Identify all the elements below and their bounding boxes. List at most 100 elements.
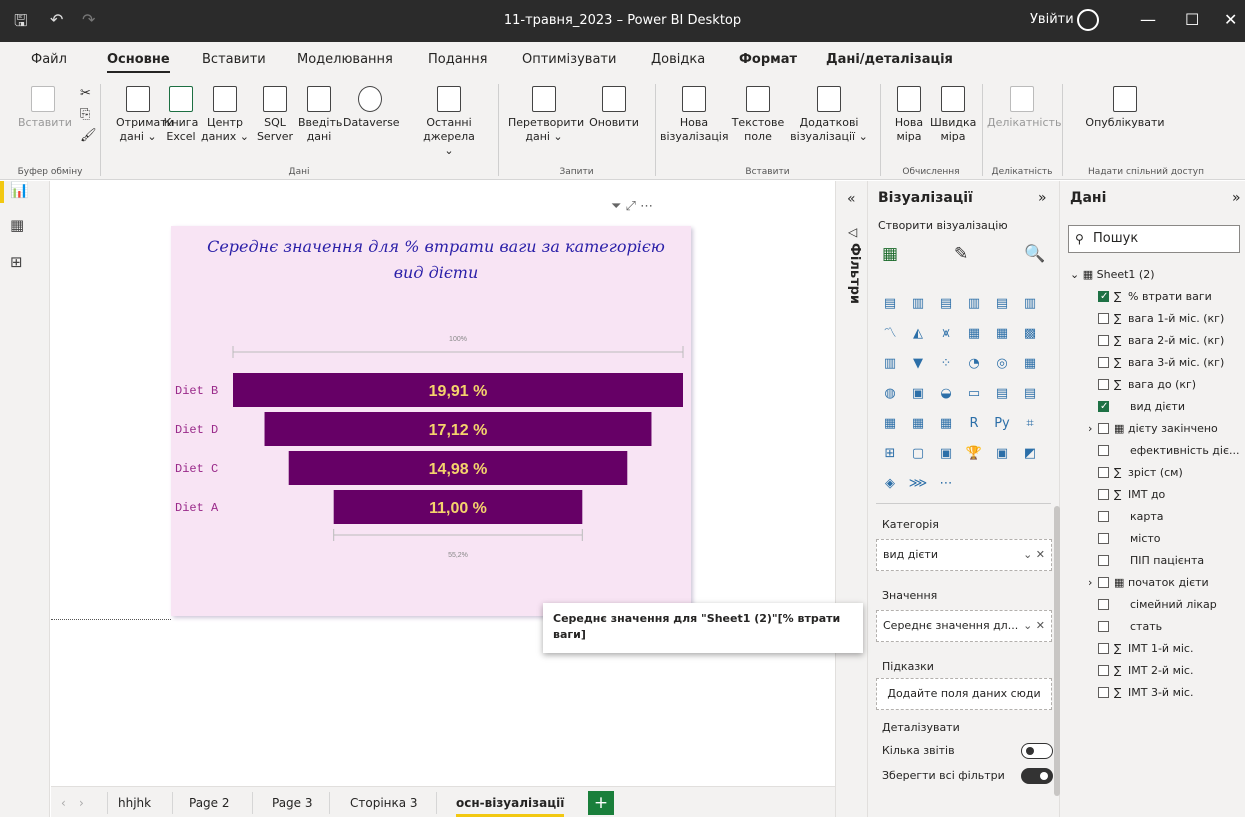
field-checkbox[interactable]: [1098, 423, 1109, 434]
tooltips-well[interactable]: Додайте поля даних сюди: [876, 678, 1052, 710]
excel-workbook-button[interactable]: Книга Excel: [163, 86, 199, 144]
funnel-chart[interactable]: 100% 19,91 % Diet B 17,12 % Diet D 14,98 % Die…: [171, 226, 691, 616]
field-checkbox[interactable]: [1098, 555, 1109, 566]
visual-type-icon[interactable]: ⊞: [879, 443, 901, 465]
tab-active-visuals[interactable]: осн-візуалізації: [456, 796, 565, 817]
visual-type-icon[interactable]: ▢: [907, 443, 929, 465]
visual-type-icon[interactable]: ⋙: [907, 473, 929, 495]
field-checkbox[interactable]: [1098, 398, 1109, 416]
analytics-icon[interactable]: 🔍: [1024, 244, 1045, 264]
chevron-right-icon[interactable]: ›: [1088, 420, 1092, 438]
visual-type-icon[interactable]: ▥: [879, 353, 901, 375]
visual-type-icon[interactable]: ▤: [991, 383, 1013, 405]
close-icon[interactable]: ✕: [1224, 10, 1237, 29]
table-view-icon[interactable]: ▦: [10, 216, 24, 234]
add-page-button[interactable]: +: [588, 791, 614, 815]
text-box-button[interactable]: Текстове поле: [730, 86, 786, 144]
field-checkbox[interactable]: [1098, 621, 1109, 632]
expand-right-icon[interactable]: »: [1232, 190, 1241, 206]
field-checkbox[interactable]: [1098, 665, 1109, 676]
visual-type-icon[interactable]: ▦: [907, 413, 929, 435]
remove-field-icon[interactable]: ⌄ ✕: [1023, 540, 1045, 570]
field-checkbox[interactable]: [1098, 357, 1109, 368]
visual-type-icon[interactable]: ⌗: [1019, 413, 1041, 435]
cut-icon[interactable]: ✂: [80, 86, 91, 101]
visual-type-icon[interactable]: R: [963, 413, 985, 435]
remove-field-icon[interactable]: ⌄ ✕: [1023, 611, 1045, 641]
chevron-down-icon[interactable]: ⌄: [1070, 268, 1079, 281]
keep-filters-toggle[interactable]: [1021, 768, 1053, 784]
search-box[interactable]: ⚲ Пошук: [1068, 225, 1240, 253]
field-checkbox[interactable]: [1098, 379, 1109, 390]
visual-type-icon[interactable]: ▥: [1019, 293, 1041, 315]
cross-report-toggle[interactable]: [1021, 743, 1053, 759]
menu-file[interactable]: Файл: [31, 52, 67, 67]
menu-insert[interactable]: Вставити: [202, 52, 266, 67]
category-well[interactable]: вид дієти ⌄ ✕: [876, 539, 1052, 571]
field-checkbox[interactable]: [1098, 335, 1109, 346]
chevron-right-icon[interactable]: ›: [1088, 574, 1092, 592]
tab-hhjhk[interactable]: hhjhk: [118, 796, 151, 810]
visual-type-icon[interactable]: ▭: [963, 383, 985, 405]
paste-button[interactable]: Вставити: [18, 86, 72, 130]
data-hub-button[interactable]: Центр даних ⌄: [200, 86, 250, 144]
visual-type-icon[interactable]: ▤: [935, 293, 957, 315]
visual-type-icon[interactable]: ◔: [963, 353, 985, 375]
recent-sources-button[interactable]: Останні джерела ⌄: [418, 86, 480, 158]
visual-type-icon[interactable]: 🏆: [963, 443, 985, 465]
visual-header-icons[interactable]: ⏷ ⤢ ⋯: [611, 199, 653, 214]
format-painter-icon[interactable]: 🖌: [80, 128, 97, 143]
menu-data-drill[interactable]: Дані/деталізація: [826, 52, 953, 67]
signin-link[interactable]: Увійти: [1030, 12, 1074, 27]
publish-button[interactable]: Опублікувати: [1070, 86, 1180, 130]
visual-type-icon[interactable]: ▦: [963, 323, 985, 345]
field-checkbox[interactable]: [1098, 577, 1109, 588]
prev-page-icon[interactable]: ‹: [61, 796, 66, 810]
visual-type-icon[interactable]: ⋯: [935, 473, 957, 495]
visual-type-icon[interactable]: ◩: [1019, 443, 1041, 465]
report-view-icon[interactable]: 📊: [10, 181, 29, 199]
new-visual-button[interactable]: Нова візуалізація: [660, 86, 728, 144]
values-well[interactable]: Середнє значення дл... ⌄ ✕: [876, 610, 1052, 642]
field-checkbox[interactable]: [1098, 467, 1109, 478]
tab-page-2[interactable]: Page 2: [189, 796, 230, 810]
visual-type-icon[interactable]: ▤: [879, 293, 901, 315]
model-view-icon[interactable]: ⊞: [10, 253, 23, 271]
quick-measure-button[interactable]: Швидка міра: [930, 86, 976, 144]
visual-type-icon[interactable]: ▣: [935, 443, 957, 465]
visual-type-icon[interactable]: ▤: [991, 293, 1013, 315]
field-checkbox[interactable]: [1098, 533, 1109, 544]
visual-type-icon[interactable]: 〽: [879, 323, 901, 345]
field-checkbox[interactable]: [1098, 313, 1109, 324]
expand-right-icon[interactable]: »: [1038, 190, 1047, 206]
menu-format[interactable]: Формат: [739, 52, 797, 67]
menu-home[interactable]: Основне: [107, 52, 170, 73]
copy-icon[interactable]: ⎘: [80, 107, 90, 122]
menu-help[interactable]: Довідка: [651, 52, 705, 67]
visual-type-icon[interactable]: ⩙: [935, 323, 957, 345]
visual-type-icon[interactable]: ◭: [907, 323, 929, 345]
next-page-icon[interactable]: ›: [79, 796, 84, 810]
avatar-icon[interactable]: [1077, 9, 1099, 31]
minimize-icon[interactable]: —: [1140, 10, 1156, 29]
funnel-visual[interactable]: Середнє значення для % втрати ваги за ка…: [171, 226, 691, 616]
field-checkbox[interactable]: [1098, 445, 1109, 456]
visual-type-icon[interactable]: ▦: [935, 413, 957, 435]
visual-type-icon[interactable]: ◈: [879, 473, 901, 495]
visual-type-icon[interactable]: ▦: [991, 323, 1013, 345]
format-visual-icon[interactable]: ✎: [954, 244, 968, 264]
visual-type-icon[interactable]: ▦: [879, 413, 901, 435]
enter-data-button[interactable]: Введіть дані: [298, 86, 342, 144]
field-checkbox[interactable]: [1098, 489, 1109, 500]
visual-type-icon[interactable]: ▥: [907, 293, 929, 315]
visual-type-icon[interactable]: ▦: [1019, 353, 1041, 375]
new-measure-button[interactable]: Нова міра: [890, 86, 928, 144]
report-canvas[interactable]: ⏷ ⤢ ⋯ Середнє значення для % втрати ваги…: [51, 181, 835, 786]
visual-type-icon[interactable]: ◍: [879, 383, 901, 405]
visual-type-icon[interactable]: ▥: [963, 293, 985, 315]
field-checkbox[interactable]: [1098, 599, 1109, 610]
dataverse-button[interactable]: Dataverse: [343, 86, 400, 130]
visual-type-icon[interactable]: ◎: [991, 353, 1013, 375]
visual-type-icon[interactable]: ▣: [991, 443, 1013, 465]
tab-page-3[interactable]: Page 3: [272, 796, 313, 810]
